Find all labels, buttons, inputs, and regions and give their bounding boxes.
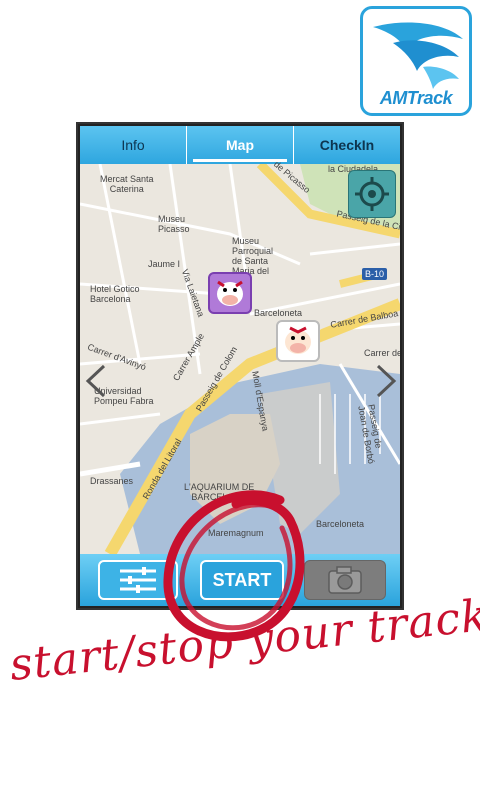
map-label-barceloneta: Barceloneta: [254, 308, 303, 318]
camera-icon: [328, 566, 362, 594]
app-screen: Info Map CheckIn Mercat Santa Caterina M…: [80, 126, 400, 606]
phone-frame: Info Map CheckIn Mercat Santa Caterina M…: [76, 122, 404, 610]
locate-button[interactable]: [348, 170, 396, 218]
tab-checkin[interactable]: CheckIn: [294, 126, 400, 164]
cow-face-icon: [285, 326, 311, 354]
next-arrow-icon[interactable]: [374, 364, 398, 398]
bottom-toolbar: START: [80, 554, 400, 606]
handwritten-caption: start/stop your track: [7, 589, 480, 691]
cow-face-icon: [217, 280, 243, 306]
map-label-drassanes: Drassanes: [90, 476, 134, 486]
settings-button[interactable]: [98, 560, 178, 600]
map-label-b10: B-10: [362, 268, 388, 280]
map-label-museu-picasso: Museu Picasso: [158, 214, 190, 234]
map-label-mercat: Mercat Santa Caterina: [100, 174, 154, 194]
camera-button[interactable]: [304, 560, 386, 600]
map-label-barceloneta-2: Barceloneta: [316, 519, 365, 529]
user-avatar-purple[interactable]: [208, 272, 252, 314]
map-label-jaume: Jaume I: [148, 259, 181, 269]
crosshair-icon: [355, 177, 389, 211]
map-label-carrer-de: Carrer de: [364, 348, 400, 358]
start-button[interactable]: START: [200, 560, 284, 600]
map-label-aquarium: L'AQUARIUM DE BARCELONA: [184, 482, 255, 502]
map-label-hotel-gotico: Hotel Gotico Barcelona: [90, 284, 140, 304]
logo-text: AMTrack: [379, 88, 453, 108]
user-avatar-white[interactable]: [276, 320, 320, 362]
previous-arrow-icon[interactable]: [84, 364, 108, 398]
map-view[interactable]: Mercat Santa Caterina Museu Picasso Jaum…: [80, 159, 400, 557]
amtrack-logo: AMTrack: [360, 6, 472, 116]
map-label-maremagnum: Maremagnum: [208, 528, 264, 538]
tab-bar: Info Map CheckIn: [80, 126, 400, 164]
sliders-icon: [120, 567, 156, 593]
tab-info[interactable]: Info: [80, 126, 187, 164]
